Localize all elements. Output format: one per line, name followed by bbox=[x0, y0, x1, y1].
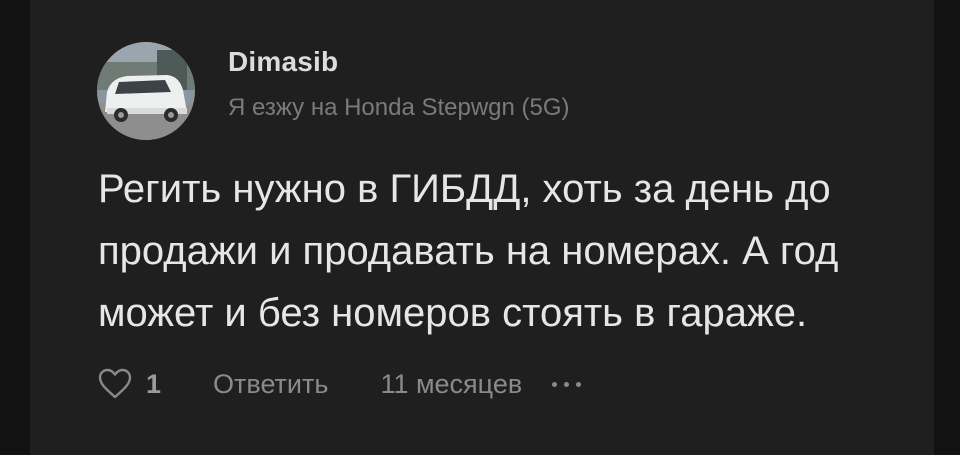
avatar[interactable] bbox=[97, 42, 195, 140]
comment-text: Регить нужно в ГИБДД, хоть за день до пр… bbox=[98, 167, 839, 335]
comment-timestamp: 11 месяцев bbox=[380, 368, 523, 399]
author-name[interactable]: Dimasib bbox=[228, 46, 338, 78]
like-button[interactable]: 1 bbox=[98, 368, 161, 400]
more-options-button[interactable] bbox=[552, 381, 588, 387]
ellipsis-icon bbox=[552, 381, 558, 387]
author-car[interactable]: Я езжу на Honda Stepwgn (5G) bbox=[228, 94, 570, 122]
avatar-photo bbox=[97, 42, 195, 140]
heart-outline-icon bbox=[98, 368, 132, 399]
comment-actions: 1 Ответить 11 месяцев bbox=[98, 364, 588, 404]
comment-card: Dimasib Я езжу на Honda Stepwgn (5G) Рег… bbox=[30, 0, 934, 455]
reply-button[interactable]: Ответить bbox=[213, 369, 328, 400]
like-count: 1 bbox=[146, 368, 162, 399]
